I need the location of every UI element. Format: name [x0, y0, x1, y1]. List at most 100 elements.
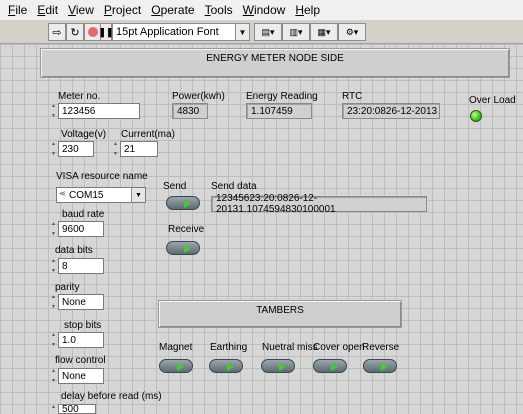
- align-objects-icon[interactable]: ▤▾: [254, 23, 282, 41]
- increment-spinner-icon[interactable]: ▲▼: [51, 404, 58, 414]
- visa-resource-select[interactable]: ⋖ COM15 ▼: [56, 187, 146, 203]
- overload-label: Over Load: [469, 95, 516, 106]
- parity-select[interactable]: None: [58, 294, 104, 310]
- pause-icon[interactable]: ❚❚: [98, 23, 114, 41]
- parity-label: parity: [55, 282, 80, 293]
- tambers-banner: TAMBERS: [158, 300, 402, 328]
- menu-label-rest: roject: [111, 3, 142, 17]
- resize-objects-icon[interactable]: ▦▾: [310, 23, 338, 41]
- menu-label-rest: dit: [45, 3, 59, 17]
- tamper-magnet-button[interactable]: [159, 359, 193, 373]
- menu-label-rest: iew: [75, 3, 94, 17]
- distribute-objects-icon[interactable]: ▥▾: [282, 23, 310, 41]
- receive-label: Receive: [168, 224, 205, 235]
- play-icon: [227, 363, 234, 371]
- power-indicator: 4830: [172, 103, 208, 119]
- menu-mnemonic: W: [242, 3, 254, 17]
- menu-item-view[interactable]: View: [63, 3, 99, 17]
- increment-spinner-icon[interactable]: ▲▼: [51, 294, 58, 310]
- flow-control-select[interactable]: None: [58, 368, 104, 384]
- tambers-title: TAMBERS: [256, 305, 304, 316]
- title-banner: ENERGY METER NODE SIDE: [40, 48, 510, 78]
- meter-no-input[interactable]: 123456: [58, 103, 140, 119]
- current-label: Current(ma): [121, 129, 175, 140]
- run-arrow-icon[interactable]: ⇨: [48, 23, 66, 41]
- visa-resource-value: COM15: [69, 189, 104, 201]
- stop-bits-select[interactable]: 1.0: [58, 332, 104, 348]
- play-icon: [177, 363, 184, 371]
- tamper-label-magnet: Magnet: [159, 342, 193, 353]
- voltage-label: Voltage(v): [61, 129, 107, 140]
- menu-item-project[interactable]: Project: [99, 3, 146, 17]
- receive-button[interactable]: [166, 241, 200, 255]
- flow-control-label: flow control: [55, 355, 106, 366]
- font-selector[interactable]: 15pt Application Font ▼: [112, 23, 250, 41]
- send-data-label: Send data: [211, 181, 257, 192]
- menu-item-edit[interactable]: Edit: [32, 3, 63, 17]
- overload-led-icon: [470, 110, 482, 122]
- baud-rate-label: baud rate: [62, 209, 105, 220]
- chevron-down-icon: ▼: [235, 24, 249, 40]
- delay-input[interactable]: 500: [58, 404, 96, 414]
- menu-item-help[interactable]: Help: [290, 3, 325, 17]
- energy-reading-indicator: 1.107459: [246, 103, 312, 119]
- play-icon: [279, 363, 286, 371]
- play-icon: [331, 363, 338, 371]
- menu-item-operate[interactable]: Operate: [146, 3, 199, 17]
- play-icon: [184, 200, 191, 208]
- meter-no-label: Meter no.: [58, 91, 101, 102]
- tamper-label-neutral-miss: Nuetral miss: [262, 342, 318, 353]
- send-label: Send: [163, 181, 187, 192]
- menu-label-rest: elp: [303, 3, 320, 17]
- toolbar: ⇨ ↻ ❚❚ 15pt Application Font ▼ ▤▾ ▥▾ ▦▾ …: [0, 20, 523, 44]
- power-label: Power(kwh): [172, 91, 225, 102]
- send-data-indicator: 12345623:20:0826-12-20131.10745948301000…: [211, 193, 427, 215]
- visa-io-icon: ⋖: [59, 189, 66, 198]
- reorder-icon[interactable]: ⚙▾: [338, 23, 366, 41]
- increment-spinner-icon[interactable]: ▲▼: [51, 258, 58, 274]
- rtc-label: RTC: [342, 91, 363, 102]
- increment-spinner-icon[interactable]: ▲▼: [51, 103, 58, 119]
- stop-bits-label: stop bits: [64, 320, 102, 331]
- voltage-input[interactable]: 230: [58, 141, 94, 157]
- increment-spinner-icon[interactable]: ▲▼: [113, 141, 120, 157]
- menu-item-file[interactable]: File: [3, 3, 32, 17]
- menu-bar: File Edit View Project Operate Tools Window Hel…: [0, 0, 523, 20]
- play-icon: [381, 363, 388, 371]
- menu-mnemonic: H: [295, 3, 304, 17]
- menu-mnemonic: P: [103, 3, 112, 17]
- rtc-indicator: 23:20:0826-12-2013: [342, 103, 440, 119]
- delay-label: delay before read (ms): [61, 391, 162, 402]
- increment-spinner-icon[interactable]: ▲▼: [51, 221, 58, 237]
- menu-mnemonic: O: [151, 3, 161, 17]
- menu-label-rest: ile: [15, 3, 28, 17]
- visa-resource-label: VISA resource name: [56, 171, 148, 182]
- current-input[interactable]: 21: [120, 141, 158, 157]
- increment-spinner-icon[interactable]: ▲▼: [51, 368, 58, 384]
- data-bits-input[interactable]: 8: [58, 258, 104, 274]
- tamper-neutral-miss-button[interactable]: [261, 359, 295, 373]
- front-panel: ENERGY METER NODE SIDE Meter no. ▲ ▼ 1234…: [0, 44, 523, 414]
- menu-label-rest: indow: [253, 3, 286, 17]
- font-selector-label: 15pt Application Font: [116, 26, 219, 38]
- menu-label-rest: ools: [210, 3, 233, 17]
- tamper-cover-open-button[interactable]: [313, 359, 347, 373]
- tamper-reverse-button[interactable]: [363, 359, 397, 373]
- run-continuously-icon[interactable]: ↻: [66, 23, 84, 41]
- tamper-earthing-button[interactable]: [209, 359, 243, 373]
- tamper-label-cover-open: Cover open: [313, 342, 365, 353]
- data-bits-label: data bits: [55, 245, 93, 256]
- menu-mnemonic: V: [68, 3, 76, 17]
- menu-item-tools[interactable]: Tools: [200, 3, 238, 17]
- menu-label-rest: perate: [160, 3, 195, 17]
- play-icon: [184, 245, 191, 253]
- tamper-label-earthing: Earthing: [210, 342, 248, 353]
- increment-spinner-icon[interactable]: ▲▼: [51, 141, 58, 157]
- menu-item-window[interactable]: Window: [238, 3, 291, 17]
- tamper-label-reverse: Reverse: [362, 342, 400, 353]
- increment-spinner-icon[interactable]: ▲▼: [51, 332, 58, 348]
- chevron-down-icon: ▼: [131, 188, 145, 202]
- baud-rate-input[interactable]: 9600: [58, 221, 104, 237]
- page-title: ENERGY METER NODE SIDE: [206, 53, 344, 64]
- send-button[interactable]: [166, 196, 200, 210]
